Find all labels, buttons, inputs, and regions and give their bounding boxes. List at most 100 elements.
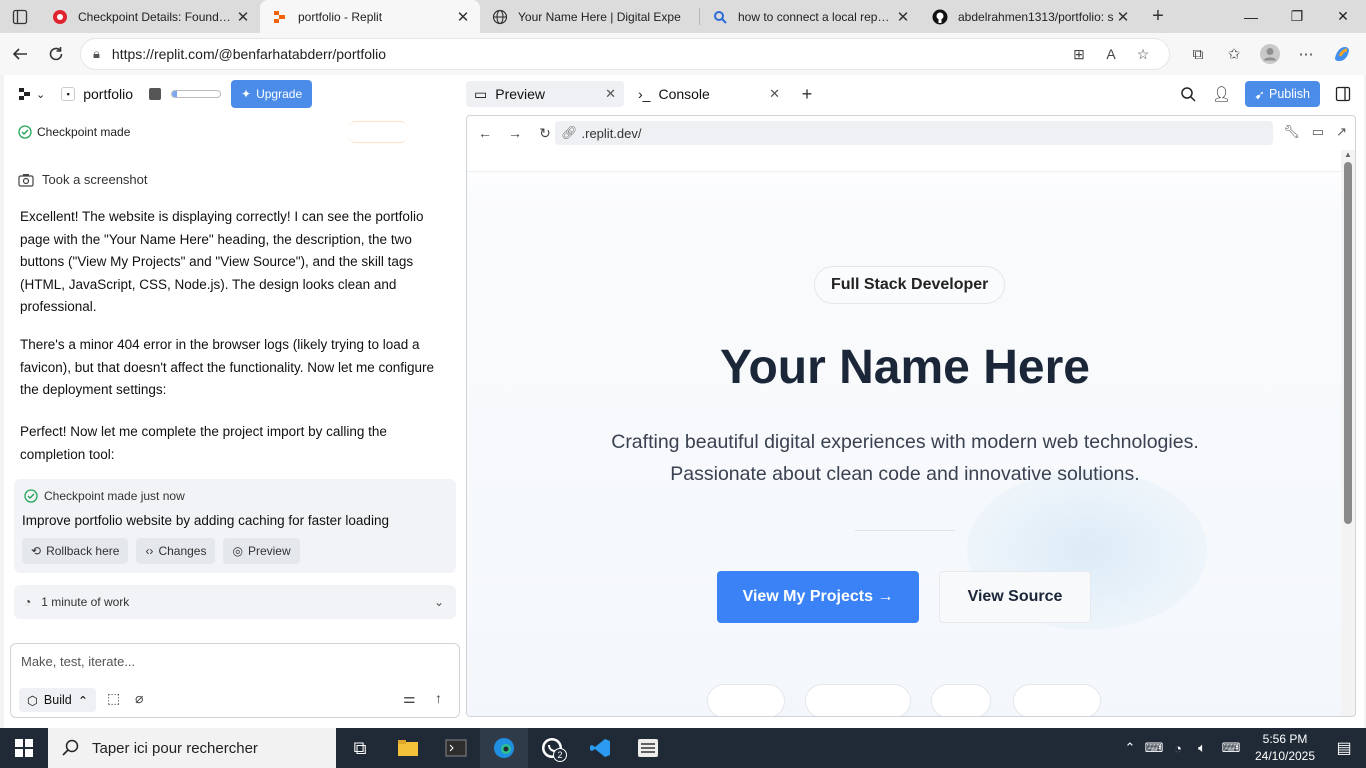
browser-tab-search[interactable]: how to connect a local reposit ✕ xyxy=(700,0,920,33)
agent-message: Perfect! Now let me complete the project… xyxy=(20,424,387,462)
control-panel-icon[interactable] xyxy=(624,728,672,768)
preview-scrollbar[interactable]: ▲ xyxy=(1341,150,1355,716)
browser-tab-checkpoint[interactable]: Checkpoint Details: Foundation ✕ xyxy=(40,0,260,33)
keyboard-icon[interactable]: ⌨ xyxy=(1214,740,1248,756)
device-icon[interactable]: ▭ xyxy=(1312,124,1324,140)
scrollbar-thumb[interactable] xyxy=(1344,162,1352,524)
wifi-icon[interactable]: ◔ xyxy=(1166,741,1190,756)
extensions-icon[interactable]: ⧉ xyxy=(1180,39,1216,69)
replit-menu-button[interactable]: ⌄ xyxy=(18,87,45,101)
scroll-up-arrow-icon[interactable]: ▲ xyxy=(1344,150,1352,159)
whatsapp-icon[interactable]: 2 xyxy=(528,728,576,768)
sidebar-toggle-icon[interactable] xyxy=(1328,81,1358,107)
refresh-button[interactable] xyxy=(38,38,74,70)
preview-button[interactable]: ◎ Preview xyxy=(223,538,300,564)
screenshot-event: Took a screenshot xyxy=(18,172,148,187)
favorite-star-icon[interactable]: ☆ xyxy=(1134,44,1152,64)
skill-tag[interactable] xyxy=(931,684,991,716)
work-duration-bar[interactable]: ◔ 1 minute of work ⌄ xyxy=(14,585,456,619)
upgrade-button[interactable]: ✦ Upgrade xyxy=(231,80,313,108)
browser-tab-replit[interactable]: portfolio - Replit ✕ xyxy=(260,0,480,33)
checkpoint-label: Checkpoint made xyxy=(37,125,131,139)
refresh-icon[interactable]: ↻ xyxy=(535,125,555,142)
search-icon xyxy=(62,739,79,756)
vscode-icon[interactable] xyxy=(576,728,624,768)
stop-icon[interactable] xyxy=(149,88,162,100)
terminal-app-icon[interactable] xyxy=(432,728,480,768)
lock-icon: 🔒︎ xyxy=(93,46,100,61)
volume-icon[interactable]: 🔈︎ xyxy=(1190,740,1214,756)
invite-user-icon[interactable]: 👤︎ xyxy=(1207,81,1237,107)
send-arrow-icon[interactable]: ↑ xyxy=(435,690,442,706)
close-tab-icon[interactable]: ✕ xyxy=(234,8,252,26)
preview-tools: 🔧︎ ▭ ↗ xyxy=(1283,124,1347,140)
clock-date: 24/10/2025 xyxy=(1254,749,1316,763)
view-source-button[interactable]: View Source xyxy=(939,571,1091,623)
more-options-icon[interactable]: ⋯ xyxy=(1288,39,1324,69)
tab-console[interactable]: ›_ Console ✕ xyxy=(630,81,788,107)
profile-avatar-icon[interactable] xyxy=(1252,39,1288,69)
close-tab-icon[interactable]: ✕ xyxy=(605,86,616,102)
skill-tag[interactable] xyxy=(1013,684,1101,716)
app-available-icon[interactable]: ⊞ xyxy=(1070,44,1088,64)
agent-progress-bar xyxy=(171,90,222,98)
project-name: portfolio xyxy=(83,86,134,102)
build-mode-button[interactable]: ⬡ Build ⌃ xyxy=(19,688,97,712)
favorites-icon[interactable]: ✩ xyxy=(1216,39,1252,69)
file-explorer-icon[interactable] xyxy=(384,728,432,768)
close-tab-icon[interactable]: ✕ xyxy=(769,86,780,102)
checkpoint-card: Checkpoint made just now Improve portfol… xyxy=(14,479,456,573)
read-aloud-icon[interactable]: A xyxy=(1102,44,1120,64)
gauge-icon: ◔ xyxy=(24,595,32,609)
forward-arrow-icon[interactable]: → xyxy=(505,125,525,141)
attach-paperclip-icon[interactable]: ⌀ xyxy=(135,690,143,707)
changes-button[interactable]: ‹› Changes xyxy=(136,538,216,564)
copilot-icon[interactable] xyxy=(1324,39,1360,69)
start-button[interactable] xyxy=(0,728,48,768)
view-projects-button[interactable]: View My Projects → xyxy=(717,571,919,623)
rollback-button[interactable]: ⟲ Rollback here xyxy=(22,538,129,564)
new-tab-button[interactable]: + xyxy=(1140,0,1176,33)
back-arrow-icon[interactable]: ← xyxy=(475,125,495,141)
minimize-icon[interactable]: — xyxy=(1228,0,1274,33)
open-external-icon[interactable]: ↗ xyxy=(1336,124,1347,140)
divider xyxy=(855,530,955,531)
role-badge: Full Stack Developer xyxy=(814,266,1006,304)
select-element-icon[interactable]: ⬚ xyxy=(107,690,120,707)
back-button[interactable] xyxy=(2,38,38,70)
taskbar-search[interactable]: Taper ici pour rechercher xyxy=(48,728,336,768)
url-bar[interactable]: 🔒︎ https://replit.com/@benfarhatabderr/p… xyxy=(80,38,1170,70)
notification-center-icon[interactable]: ▤ xyxy=(1322,738,1366,758)
agent-prompt-input[interactable] xyxy=(21,654,441,669)
tab-preview[interactable]: ▭ Preview ✕ xyxy=(466,81,624,107)
add-tab-icon[interactable]: + xyxy=(794,84,820,105)
publish-button[interactable]: ➹ Publish xyxy=(1244,81,1320,107)
rocket-icon: ➹ xyxy=(1254,87,1265,102)
url-text: https://replit.com/@benfarhatabderr/port… xyxy=(111,46,387,62)
browser-tab-portfolio[interactable]: Your Name Here | Digital Expe xyxy=(480,0,700,33)
task-view-icon[interactable]: ⧉ xyxy=(336,728,384,768)
agent-chat-pane: ⌄ ▪ portfolio ✦ Upgrade Checkpoint made … xyxy=(4,75,466,728)
edge-browser-icon[interactable] xyxy=(480,728,528,768)
tab-title: abdelrahmen1313/portfolio: s xyxy=(958,9,1114,24)
ime-icon[interactable]: ⌨ xyxy=(1142,740,1166,756)
close-tab-icon[interactable]: ✕ xyxy=(1114,8,1132,26)
browser-tab-github[interactable]: abdelrahmen1313/portfolio: s ✕ xyxy=(920,0,1140,33)
restore-icon[interactable]: ❐ xyxy=(1274,0,1320,33)
skill-tag[interactable] xyxy=(805,684,911,716)
close-tab-icon[interactable]: ✕ xyxy=(894,8,912,26)
skill-tag[interactable] xyxy=(707,684,785,716)
preview-url-bar[interactable]: 🔗︎ .replit.dev/ xyxy=(555,121,1273,145)
close-window-icon[interactable]: ✕ xyxy=(1320,0,1366,33)
close-tab-icon[interactable]: ✕ xyxy=(454,8,472,26)
window-controls: — ❐ ✕ xyxy=(1228,0,1366,33)
project-name-button[interactable]: ▪ portfolio xyxy=(61,86,133,102)
chevron-up-icon[interactable]: ⌃ xyxy=(1118,740,1142,756)
search-icon xyxy=(712,9,728,25)
tab-actions-button[interactable] xyxy=(0,0,40,33)
url-bar-icons: ⊞ A ☆ xyxy=(1070,44,1152,64)
settings-sliders-icon[interactable]: ⚌ xyxy=(403,690,416,707)
devtools-wrench-icon[interactable]: 🔧︎ xyxy=(1283,124,1300,140)
clock[interactable]: 5:56 PM 24/10/2025 xyxy=(1248,731,1322,765)
search-icon[interactable] xyxy=(1173,81,1203,107)
